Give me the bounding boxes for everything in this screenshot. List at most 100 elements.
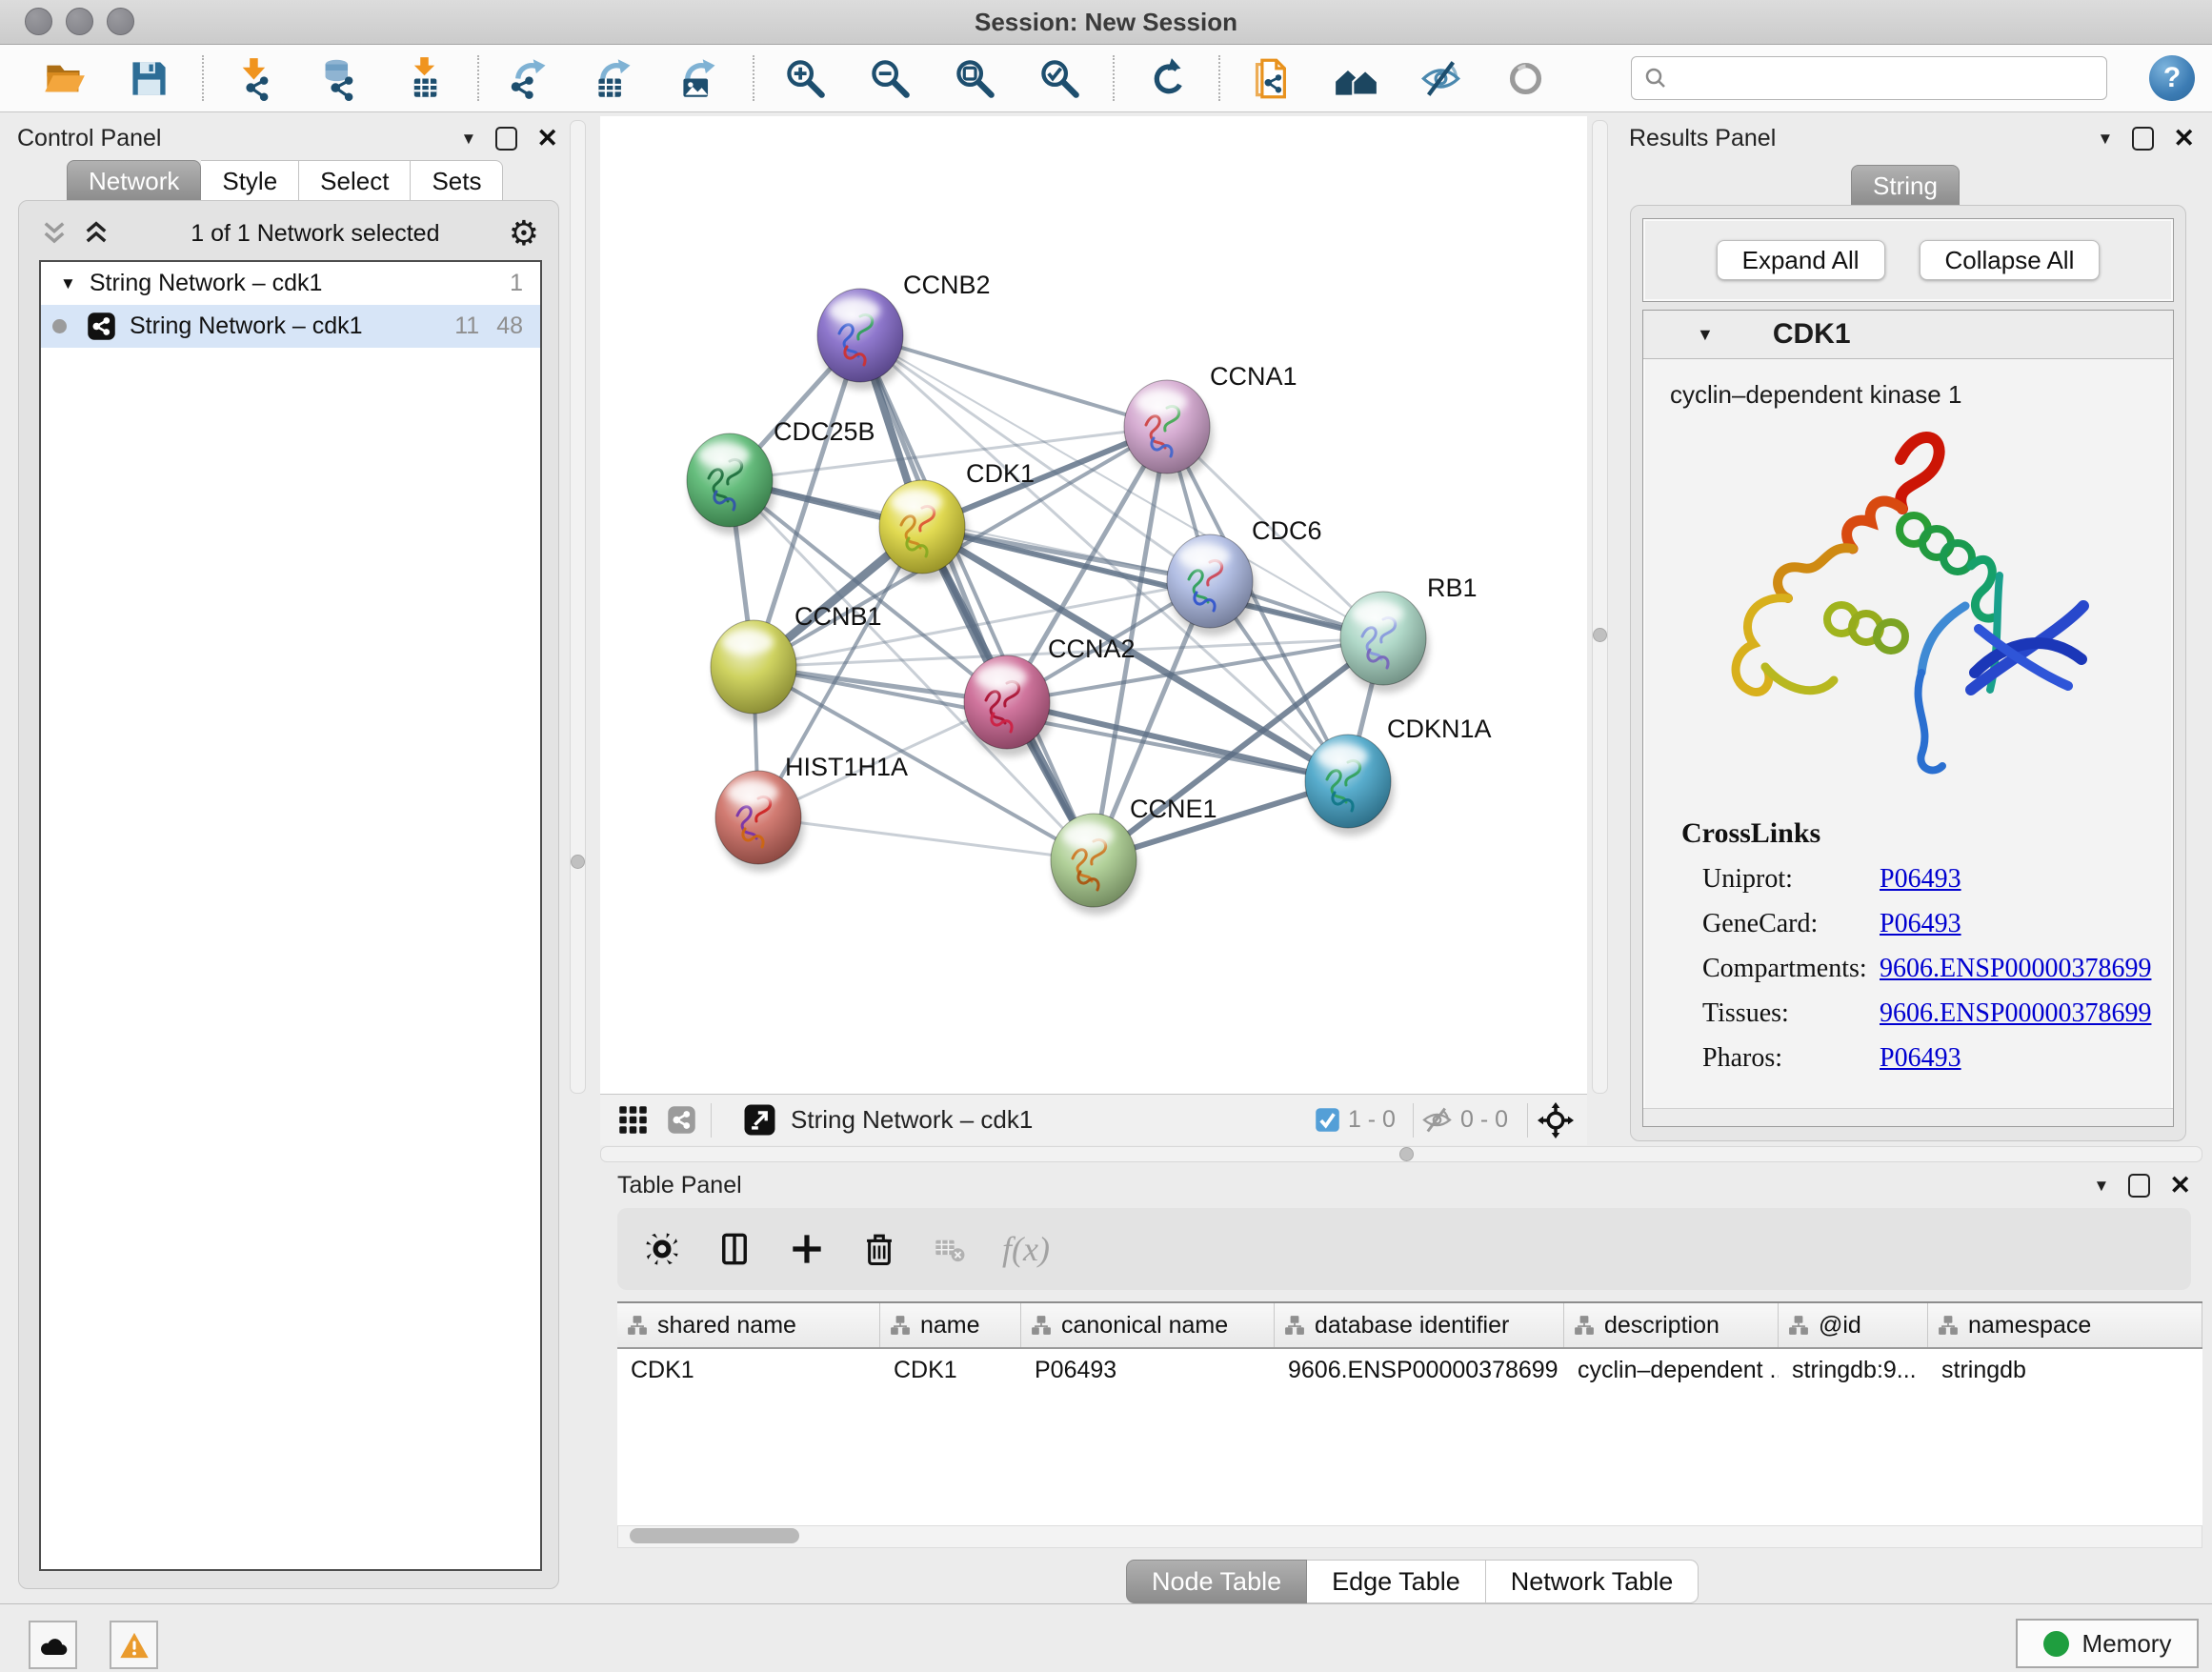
show-columns-icon[interactable] <box>716 1231 753 1267</box>
edge-CCNB2-CCNE1[interactable] <box>860 335 1094 860</box>
column-header-shared-name[interactable]: shared name <box>617 1303 880 1347</box>
crosslink-link[interactable]: P06493 <box>1880 864 1961 895</box>
table-horizontal-scrollbar[interactable] <box>617 1525 2202 1548</box>
node-CDC25B[interactable]: CDC25B <box>687 417 875 534</box>
search-input[interactable] <box>1676 64 2106 92</box>
network-collection-row[interactable]: ▼ String Network – cdk1 1 <box>41 262 540 305</box>
refresh-icon[interactable] <box>1143 56 1188 101</box>
table-panel-float-icon[interactable] <box>2128 1174 2150 1198</box>
network-graph[interactable]: CCNB2CCNA1CDC25BCDK1CDC6RB1CCNB1CCNA2CDK… <box>600 116 1587 1094</box>
control-panel-menu-icon[interactable]: ▼ <box>461 131 477 147</box>
crosslink-link[interactable]: P06493 <box>1880 1043 1961 1074</box>
collapse-all-button[interactable]: Collapse All <box>1920 240 2101 280</box>
bottom-splitter-handle[interactable] <box>1399 1147 1414 1161</box>
tab-sets[interactable]: Sets <box>411 160 503 203</box>
node-RB1[interactable]: RB1 <box>1340 574 1478 693</box>
control-panel-close-icon[interactable]: ✕ <box>536 126 558 151</box>
tab-network[interactable]: Network <box>67 160 201 203</box>
import-network-icon[interactable] <box>232 56 277 101</box>
left-splitter[interactable] <box>570 120 586 1094</box>
table-row[interactable]: CDK1CDK1P064939606.ENSP00000378699cyclin… <box>617 1349 2202 1392</box>
network-options-gear-icon[interactable]: ⚙ <box>509 216 539 251</box>
tab-style[interactable]: Style <box>201 160 299 203</box>
edge-CCNA2-CDKN1A[interactable] <box>1007 702 1348 781</box>
warning-button[interactable] <box>110 1621 158 1669</box>
left-splitter-handle[interactable] <box>571 855 585 869</box>
collapse-all-networks-icon[interactable] <box>38 219 70 248</box>
tab-string[interactable]: String <box>1851 165 1960 208</box>
results-panel-close-icon[interactable]: ✕ <box>2173 126 2195 151</box>
node-CCNB2[interactable]: CCNB2 <box>817 271 991 390</box>
zoom-selected-icon[interactable] <box>1037 56 1082 101</box>
tab-select[interactable]: Select <box>299 160 411 203</box>
results-scroll-area[interactable] <box>1643 1108 2173 1126</box>
cdk1-expander-icon[interactable]: ▼ <box>1697 325 1714 345</box>
expand-all-button[interactable]: Expand All <box>1717 240 1885 280</box>
right-splitter-handle[interactable] <box>1593 628 1607 642</box>
fit-selected-crosshair-icon[interactable] <box>1538 1102 1574 1138</box>
table-panel-menu-icon[interactable]: ▼ <box>2094 1178 2110 1194</box>
hide-selected-icon[interactable] <box>1418 56 1463 101</box>
column-header-database-identifier[interactable]: database identifier <box>1275 1303 1564 1347</box>
network-canvas[interactable]: CCNB2CCNA1CDC25BCDK1CDC6RB1CCNB1CCNA2CDK… <box>600 116 1587 1094</box>
string-app-icon[interactable] <box>666 1104 697 1136</box>
right-splitter[interactable] <box>1592 120 1608 1094</box>
node-CCNA1[interactable]: CCNA1 <box>1124 362 1297 481</box>
tab-node-table[interactable]: Node Table <box>1126 1560 1307 1603</box>
delete-table-icon[interactable] <box>934 1231 966 1267</box>
edge-HIST1H1A-CCNE1[interactable] <box>758 817 1094 860</box>
export-network-icon[interactable] <box>508 56 553 101</box>
collection-label: String Network – cdk1 <box>90 270 510 297</box>
hidden-eye-icon[interactable] <box>1421 1104 1453 1136</box>
network-row[interactable]: String Network – cdk1 11 48 <box>41 305 540 348</box>
help-button[interactable]: ? <box>2149 55 2195 101</box>
status-bar: Memory <box>0 1603 2212 1672</box>
birdseye-grid-icon[interactable] <box>617 1104 649 1136</box>
show-view-icon[interactable] <box>1503 56 1548 101</box>
crosslink-link[interactable]: 9606.ENSP00000378699 <box>1880 954 2151 984</box>
cloud-button[interactable] <box>29 1621 77 1669</box>
results-panel-float-icon[interactable] <box>2132 127 2154 151</box>
memory-button[interactable]: Memory <box>2016 1619 2199 1668</box>
detach-view-icon[interactable] <box>742 1102 777 1138</box>
node-table[interactable]: shared namenamecanonical namedatabase id… <box>617 1301 2202 1527</box>
add-column-icon[interactable] <box>789 1231 825 1267</box>
selected-checkbox-icon[interactable] <box>1315 1107 1340 1133</box>
node-CCNE1[interactable]: CCNE1 <box>1051 795 1217 915</box>
collection-expander-icon[interactable]: ▼ <box>60 274 76 293</box>
column-header-description[interactable]: description <box>1564 1303 1779 1347</box>
table-options-gear-icon[interactable] <box>644 1231 680 1267</box>
table-header-row: shared namenamecanonical namedatabase id… <box>617 1303 2202 1349</box>
zoom-fit-icon[interactable] <box>953 56 997 101</box>
crosslink-link[interactable]: 9606.ENSP00000378699 <box>1880 998 2151 1029</box>
node-HIST1H1A[interactable]: HIST1H1A <box>715 753 908 872</box>
expand-all-networks-icon[interactable] <box>80 219 112 248</box>
share-document-icon[interactable] <box>1249 56 1294 101</box>
scrollbar-thumb[interactable] <box>630 1528 799 1543</box>
zoom-in-icon[interactable] <box>783 56 828 101</box>
search-field[interactable] <box>1631 56 2107 100</box>
column-header-name[interactable]: name <box>880 1303 1021 1347</box>
column-header-canonical-name[interactable]: canonical name <box>1021 1303 1275 1347</box>
save-session-icon[interactable] <box>127 56 171 101</box>
results-panel-menu-icon[interactable]: ▼ <box>2098 131 2114 147</box>
delete-column-icon[interactable] <box>861 1231 897 1267</box>
import-database-icon[interactable] <box>317 56 362 101</box>
tab-edge-table[interactable]: Edge Table <box>1307 1560 1486 1603</box>
edge-CCNB2-CCNA1[interactable] <box>860 335 1167 427</box>
home-icon[interactable] <box>1334 56 1378 101</box>
import-table-icon[interactable] <box>402 56 447 101</box>
zoom-out-icon[interactable] <box>868 56 913 101</box>
node-CDKN1A[interactable]: CDKN1A <box>1305 715 1492 836</box>
control-panel-float-icon[interactable] <box>495 127 517 151</box>
column-header-namespace[interactable]: namespace <box>1928 1303 2202 1347</box>
column-header-@id[interactable]: @id <box>1779 1303 1928 1347</box>
function-builder-icon[interactable]: f(x) <box>1002 1231 1050 1267</box>
cdk1-section-header[interactable]: ▼ CDK1 <box>1643 311 2173 359</box>
export-table-icon[interactable] <box>593 56 637 101</box>
crosslink-link[interactable]: P06493 <box>1880 909 1961 939</box>
export-image-icon[interactable] <box>677 56 722 101</box>
open-session-icon[interactable] <box>42 56 87 101</box>
tab-network-table[interactable]: Network Table <box>1486 1560 1699 1603</box>
table-panel-close-icon[interactable]: ✕ <box>2169 1173 2191 1199</box>
